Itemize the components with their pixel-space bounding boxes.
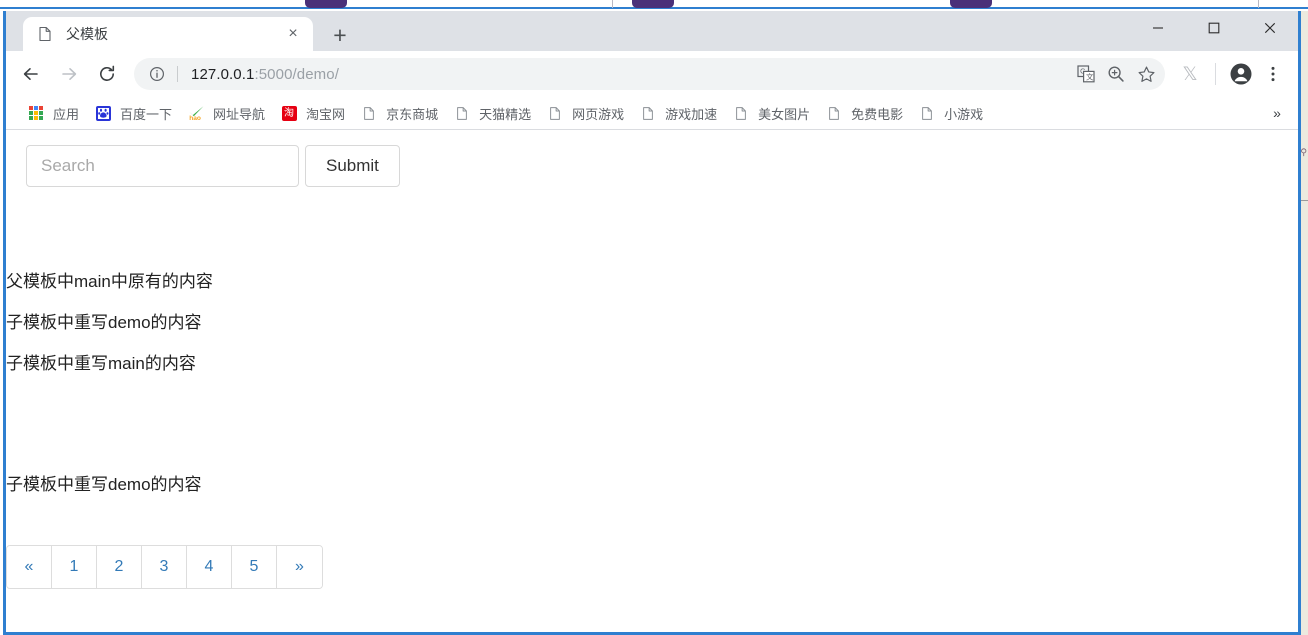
page-content: Submit 父模板中main中原有的内容 子模板中重写demo的内容 子模板中… — [6, 130, 1298, 589]
page-viewport: Submit 父模板中main中原有的内容 子模板中重写demo的内容 子模板中… — [6, 130, 1298, 632]
back-button[interactable] — [12, 55, 50, 93]
bookmark-label: 淘宝网 — [306, 106, 346, 122]
browser-menu-button[interactable] — [1258, 57, 1288, 91]
new-tab-button[interactable]: + — [326, 21, 354, 49]
bookmark-freemovies[interactable]: 免费电影 — [818, 100, 911, 126]
zoom-icon[interactable] — [1101, 60, 1131, 88]
toolbar-divider — [1215, 63, 1216, 85]
page-icon — [454, 105, 470, 121]
window-controls — [1130, 11, 1298, 45]
pagination-page-3[interactable]: 3 — [142, 546, 187, 588]
page-icon — [37, 26, 53, 42]
browser-toolbar: 127.0.0.1:5000/demo/ G 文 𝕏 — [6, 51, 1298, 97]
bookmark-apps[interactable]: 应用 — [20, 100, 87, 126]
bookmark-minigames[interactable]: 小游戏 — [911, 100, 991, 126]
content-line-parent-main: 父模板中main中原有的内容 — [6, 272, 213, 291]
omnibox-actions: G 文 — [1071, 60, 1161, 88]
bookmark-label: 小游戏 — [944, 106, 984, 122]
bookmark-tmall[interactable]: 天猫精选 — [446, 100, 539, 126]
content-line-child-demo-bottom: 子模板中重写demo的内容 — [6, 475, 202, 494]
apps-grid-icon — [28, 105, 44, 121]
bookmark-label: 免费电影 — [851, 106, 904, 122]
baidu-icon — [95, 105, 111, 121]
bookmark-jingdong[interactable]: 京东商城 — [353, 100, 446, 126]
pagination: « 1 2 3 4 5 » — [6, 545, 323, 589]
page-icon — [640, 105, 656, 121]
bookmarks-bar: 应用 百度一下 hao 网址导航 淘 淘宝网 京东商城 天猫精选 网页游戏 游戏… — [6, 97, 1298, 130]
bookmark-label: 游戏加速 — [665, 106, 718, 122]
forward-button[interactable] — [50, 55, 88, 93]
bookmark-photos[interactable]: 美女图片 — [725, 100, 818, 126]
close-button[interactable] — [1242, 11, 1298, 45]
search-input[interactable] — [26, 145, 299, 187]
background-panel-beige — [1300, 11, 1308, 635]
tab-fumuban[interactable]: 父模板 × — [23, 17, 313, 51]
url-path: :5000/demo/ — [254, 65, 339, 83]
maximize-button[interactable] — [1186, 11, 1242, 45]
svg-text:文: 文 — [1086, 72, 1094, 82]
pagination-page-4[interactable]: 4 — [187, 546, 232, 588]
background-tab-shape — [305, 0, 347, 8]
page-icon — [826, 105, 842, 121]
pagination-page-2[interactable]: 2 — [97, 546, 142, 588]
bookmark-hao123[interactable]: hao 网址导航 — [180, 100, 273, 126]
background-tab-divider — [1258, 0, 1259, 8]
bookmark-webgames[interactable]: 网页游戏 — [539, 100, 632, 126]
page-icon — [733, 105, 749, 121]
bookmark-gamespeed[interactable]: 游戏加速 — [632, 100, 725, 126]
minimize-button[interactable] — [1130, 11, 1186, 45]
bookmark-label: 京东商城 — [386, 106, 439, 122]
content-line-child-main: 子模板中重写main的内容 — [6, 354, 196, 373]
tab-strip: 父模板 × + — [6, 11, 1298, 51]
address-bar[interactable]: 127.0.0.1:5000/demo/ G 文 — [134, 58, 1165, 90]
bookmark-label: 百度一下 — [120, 106, 173, 122]
star-icon[interactable] — [1131, 60, 1161, 88]
taobao-icon: 淘 — [281, 105, 297, 121]
search-form: Submit — [26, 145, 1298, 187]
url-host: 127.0.0.1 — [191, 65, 255, 83]
background-tab-divider — [612, 0, 613, 8]
background-glyph: ⚲ — [1300, 147, 1307, 157]
background-tab-shape — [632, 0, 674, 8]
bookmark-label: 天猫精选 — [479, 106, 532, 122]
page-icon — [919, 105, 935, 121]
pagination-prev[interactable]: « — [7, 546, 52, 588]
bookmark-taobao[interactable]: 淘 淘宝网 — [273, 100, 353, 126]
translate-icon[interactable]: G 文 — [1071, 60, 1101, 88]
svg-text:hao: hao — [189, 115, 201, 121]
bookmarks-overflow-button[interactable]: » — [1264, 100, 1290, 126]
reload-button[interactable] — [88, 55, 126, 93]
page-icon — [361, 105, 377, 121]
browser-window: 父模板 × + 127.0.0.1:5000/demo/ G 文 𝕏 应用 百度… — [3, 11, 1301, 635]
bookmark-label: 网址导航 — [213, 106, 266, 122]
url-text: 127.0.0.1:5000/demo/ — [191, 66, 339, 83]
bookmark-label: 网页游戏 — [572, 106, 625, 122]
profile-avatar[interactable] — [1224, 57, 1258, 91]
content-line-child-demo: 子模板中重写demo的内容 — [6, 313, 202, 332]
pagination-next[interactable]: » — [277, 546, 322, 588]
bookmark-label: 应用 — [53, 106, 80, 122]
bookmark-label: 美女图片 — [758, 106, 811, 122]
close-icon[interactable]: × — [283, 24, 303, 44]
tab-title: 父模板 — [66, 26, 108, 42]
background-tab-shape — [950, 0, 992, 8]
pagination-page-5[interactable]: 5 — [232, 546, 277, 588]
site-info-icon[interactable] — [146, 63, 168, 85]
hao123-icon: hao — [188, 105, 204, 122]
omnibox-separator — [177, 66, 178, 82]
pagination-page-1[interactable]: 1 — [52, 546, 97, 588]
extension-icon[interactable]: 𝕏 — [1173, 57, 1207, 91]
bookmark-baidu[interactable]: 百度一下 — [87, 100, 180, 126]
template-content-block: 父模板中main中原有的内容 子模板中重写demo的内容 子模板中重写main的… — [6, 273, 1298, 493]
submit-button[interactable]: Submit — [305, 145, 400, 187]
page-icon — [547, 105, 563, 121]
